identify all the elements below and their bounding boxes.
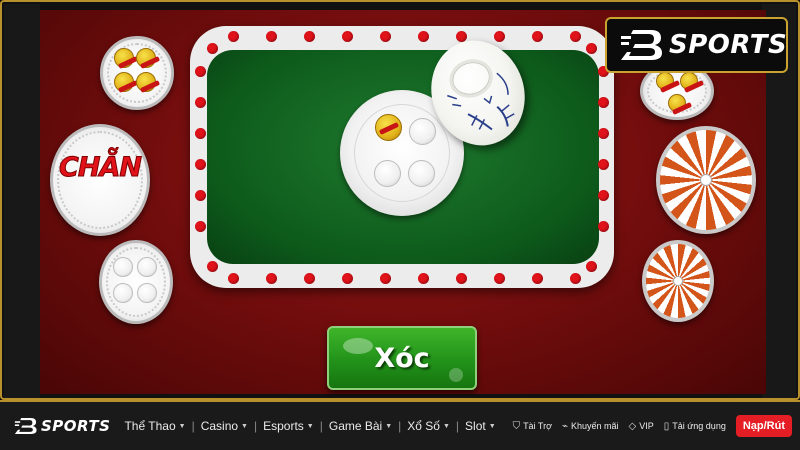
table-dot	[418, 31, 429, 42]
table-dot	[207, 43, 218, 54]
tag-icon: ⌁	[561, 420, 568, 432]
table-dot	[342, 31, 353, 42]
chip-white	[137, 283, 157, 303]
table-dot	[418, 273, 429, 284]
shake-button[interactable]: Xóc	[327, 326, 477, 390]
chip-white	[374, 160, 401, 187]
table-dot	[195, 190, 206, 201]
left-border	[4, 4, 40, 398]
nav-link-label: Khuyến mãi	[571, 421, 619, 431]
nav-link-sponsor[interactable]: ⛉ Tài Trợ	[513, 421, 552, 432]
chip-white	[409, 118, 436, 145]
nav-logo[interactable]: SPORTS	[14, 417, 110, 435]
table-dot	[195, 159, 206, 170]
brand-badge: SPORTS	[605, 17, 788, 73]
bottom-navbar: SPORTS Thể Thao ▼ | Casino ▼ | Esports ▼ | …	[0, 400, 800, 450]
table-dot	[570, 31, 581, 42]
table-dot	[570, 273, 581, 284]
nav-item-casino[interactable]: Casino ▼	[195, 419, 254, 433]
nav-item-sports[interactable]: Thể Thao ▼	[118, 419, 191, 433]
chip-yellow	[668, 94, 686, 112]
nav-item-slot[interactable]: Slot ▼	[459, 419, 502, 433]
table-dot	[195, 97, 206, 108]
table-dot	[598, 159, 609, 170]
chip-yellow	[375, 114, 402, 141]
plate-inner-ring	[354, 104, 450, 202]
chevron-down-icon: ▼	[241, 422, 248, 430]
table-dot	[342, 273, 353, 284]
wheel-center	[673, 276, 683, 286]
button-gloss	[449, 368, 463, 382]
chevron-down-icon: ▼	[178, 422, 186, 430]
table-dot	[195, 221, 206, 232]
nav-link-label: Tải ứng dụng	[672, 421, 726, 431]
wheel-center	[700, 174, 712, 186]
diamond-icon: ◇	[628, 420, 637, 432]
table-dot	[228, 273, 239, 284]
brand-logo-icon	[14, 417, 38, 435]
chip-white	[113, 257, 133, 277]
nav-right-links: ⛉ Tài Trợ ⌁ Khuyến mãi ◇ VIP ▯ Tải ứng dụng …	[503, 415, 800, 437]
nav-link-download-app[interactable]: ▯ Tải ứng dụng	[664, 421, 726, 432]
nav-brand-name: SPORTS	[41, 417, 111, 435]
chip-white	[137, 257, 157, 277]
table-dot	[494, 273, 505, 284]
button-gloss	[343, 338, 373, 354]
brand-name: SPORTS	[669, 30, 788, 60]
table-dot	[380, 273, 391, 284]
nav-link-vip[interactable]: ◇ VIP	[629, 421, 654, 432]
table-dot	[266, 273, 277, 284]
chevron-down-icon: ▼	[488, 422, 496, 430]
chip-yellow	[680, 72, 698, 90]
table-dot	[195, 128, 206, 139]
bet-four-red[interactable]	[100, 36, 174, 110]
nav-link-promotions[interactable]: ⌁ Khuyến mãi	[562, 421, 619, 432]
nav-link-label: Tài Trợ	[523, 421, 552, 431]
table-dot	[598, 190, 609, 201]
bet-four-white[interactable]	[99, 240, 173, 324]
shield-icon: ⛉	[512, 420, 521, 432]
game-frame: CHẴN Xóc SPORTS	[0, 0, 800, 400]
table-dot	[304, 273, 315, 284]
chip-white	[113, 283, 133, 303]
chevron-down-icon: ▼	[306, 422, 314, 430]
chevron-down-icon: ▼	[442, 422, 450, 430]
chevron-down-icon: ▼	[385, 422, 393, 430]
chip-yellow	[656, 72, 674, 90]
table-dot	[532, 31, 543, 42]
chip-yellow	[114, 72, 134, 92]
shake-button-label: Xóc	[374, 342, 430, 374]
table-dot	[266, 31, 277, 42]
nav-item-label: Xổ Số	[407, 419, 440, 433]
nav-item-card-games[interactable]: Game Bài ▼	[323, 419, 398, 433]
table-dot	[586, 43, 597, 54]
nav-item-label: Esports	[263, 419, 304, 433]
table-dot	[598, 97, 609, 108]
nav-item-label: Casino	[200, 419, 239, 433]
deposit-withdraw-button[interactable]: Nạp/Rút	[735, 415, 792, 437]
table-dot	[380, 31, 391, 42]
bet-even-label: CHẴN	[59, 152, 143, 184]
phone-icon: ▯	[663, 420, 670, 432]
nav-item-esports[interactable]: Esports ▼	[257, 419, 320, 433]
table-dot	[456, 273, 467, 284]
table-dot	[598, 128, 609, 139]
nav-item-label: Game Bài	[328, 419, 383, 433]
table-dot	[195, 66, 206, 77]
nav-link-label: VIP	[639, 421, 654, 431]
table-dot	[207, 261, 218, 272]
table-dot	[586, 261, 597, 272]
chip-yellow	[114, 48, 134, 68]
nav-item-lottery[interactable]: Xổ Số ▼	[401, 419, 456, 433]
nav-item-label: Thể Thao	[124, 419, 176, 433]
table-dot	[304, 31, 315, 42]
table-dot	[532, 273, 543, 284]
brand-logo-icon	[621, 28, 663, 62]
chip-yellow	[136, 72, 156, 92]
chip-yellow	[136, 48, 156, 68]
chip-white	[408, 160, 435, 187]
nav-item-label: Slot	[465, 419, 486, 433]
table-dot	[228, 31, 239, 42]
table-dot	[598, 221, 609, 232]
